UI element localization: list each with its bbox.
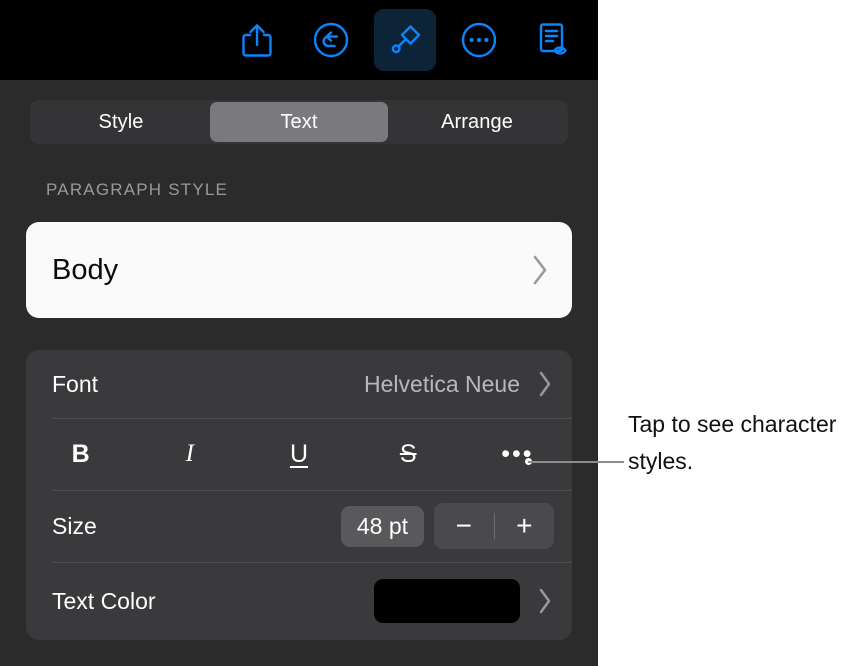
size-row: Size 48 pt − + (26, 490, 572, 562)
top-toolbar (0, 0, 598, 80)
undo-icon (312, 21, 350, 59)
callout-text: Tap to see character styles. (628, 411, 837, 474)
share-button[interactable] (226, 9, 288, 71)
format-brush-button[interactable] (374, 9, 436, 71)
format-inspector-panel: Style Text Arrange PARAGRAPH STYLE Body … (0, 0, 598, 666)
font-label: Font (52, 370, 99, 397)
text-options-card: Font Helvetica Neue B I U S ••• Size 48 … (26, 350, 572, 640)
font-value: Helvetica Neue (364, 370, 520, 397)
more-options-button[interactable] (448, 9, 510, 71)
strikethrough-button[interactable]: S (354, 418, 463, 490)
italic-button[interactable]: I (135, 418, 244, 490)
underline-button[interactable]: U (244, 418, 353, 490)
document-view-icon (534, 20, 572, 60)
tab-style[interactable]: Style (32, 102, 210, 142)
inspector-tabs[interactable]: Style Text Arrange (30, 100, 568, 144)
font-row[interactable]: Font Helvetica Neue (26, 350, 572, 418)
size-stepper[interactable]: − + (434, 503, 554, 549)
paragraph-style-button[interactable]: Body (26, 222, 572, 318)
chevron-right-icon (530, 253, 550, 287)
tab-text[interactable]: Text (210, 102, 388, 142)
more-options-icon (460, 21, 498, 59)
tab-arrange[interactable]: Arrange (388, 102, 566, 142)
callout-leader-line (528, 461, 624, 463)
character-styles-more-button[interactable]: ••• (463, 418, 572, 490)
undo-button[interactable] (300, 9, 362, 71)
format-brush-icon (386, 21, 424, 59)
text-color-label: Text Color (52, 587, 156, 614)
character-format-row: B I U S ••• (26, 418, 572, 490)
size-increment-button[interactable]: + (495, 503, 555, 549)
paragraph-style-header: PARAGRAPH STYLE (46, 180, 229, 199)
chevron-right-icon (536, 586, 554, 616)
size-value-field[interactable]: 48 pt (340, 505, 424, 547)
share-icon (239, 21, 275, 59)
text-color-row[interactable]: Text Color (26, 562, 572, 640)
bold-button[interactable]: B (26, 418, 135, 490)
paragraph-style-value: Body (52, 253, 119, 286)
chevron-right-icon (536, 369, 554, 399)
size-decrement-button[interactable]: − (434, 503, 494, 549)
size-label: Size (52, 512, 97, 539)
document-view-button[interactable] (522, 9, 584, 71)
text-color-swatch[interactable] (374, 579, 520, 623)
